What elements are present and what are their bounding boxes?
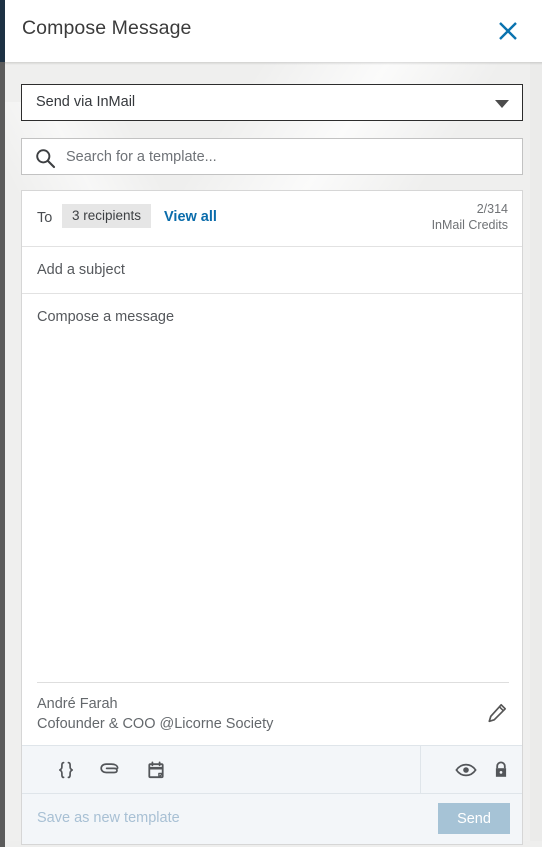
- message-row: [22, 294, 522, 682]
- modal-body: Send via InMail To 3 recipients View all…: [5, 62, 542, 847]
- signature-block: André Farah Cofounder & COO @Licorne Soc…: [37, 694, 273, 734]
- subject-input[interactable]: [37, 247, 497, 293]
- inmail-credits: 2/314 InMail Credits: [432, 201, 508, 233]
- send-via-select[interactable]: Send via InMail: [21, 84, 523, 121]
- paperclip-icon[interactable]: [98, 757, 124, 783]
- view-all-link[interactable]: View all: [164, 209, 217, 225]
- close-icon[interactable]: [491, 14, 525, 48]
- signature-name: André Farah: [37, 696, 118, 712]
- recipients-chip[interactable]: 3 recipients: [62, 204, 152, 228]
- eye-icon[interactable]: [453, 757, 479, 783]
- page-title: Compose Message: [22, 17, 192, 39]
- save-as-template-link[interactable]: Save as new template: [37, 810, 180, 826]
- signature-role: Cofounder & COO @Licorne Society: [37, 716, 274, 732]
- compose-message-modal: Compose Message Send via InMail Search f…: [0, 0, 542, 847]
- compose-footer: Save as new template Send: [22, 794, 522, 844]
- subject-row: [22, 247, 522, 294]
- send-button[interactable]: Send: [438, 803, 510, 834]
- inmail-credits-label: InMail Credits: [431, 218, 508, 232]
- recipients-row: To 3 recipients View all 2/314 InMail Cr…: [22, 191, 522, 247]
- header-shadow: [0, 62, 542, 65]
- send-via-selected-label: Send via InMail: [36, 94, 136, 110]
- signature-row: André Farah Cofounder & COO @Licorne Soc…: [22, 682, 522, 745]
- lock-icon[interactable]: [488, 757, 514, 783]
- chevron-down-icon: [495, 100, 509, 108]
- message-input[interactable]: [37, 307, 502, 667]
- search-input[interactable]: [66, 139, 516, 174]
- left-edge-rail-lower: [0, 62, 5, 847]
- compose-toolbar: [22, 745, 522, 794]
- curly-braces-icon[interactable]: [53, 757, 79, 783]
- pencil-icon[interactable]: [484, 700, 510, 726]
- compose-card: To 3 recipients View all 2/314 InMail Cr…: [21, 190, 523, 845]
- modal-header: Compose Message: [0, 0, 542, 65]
- calendar-note-icon[interactable]: [143, 757, 169, 783]
- search-icon: [34, 147, 56, 174]
- template-search-box[interactable]: [21, 138, 523, 175]
- inmail-credits-count: 2/314: [476, 202, 508, 216]
- toolbar-divider: [420, 746, 421, 793]
- signature-divider: [37, 682, 509, 683]
- right-gutter: [530, 62, 542, 847]
- to-label: To: [37, 210, 53, 226]
